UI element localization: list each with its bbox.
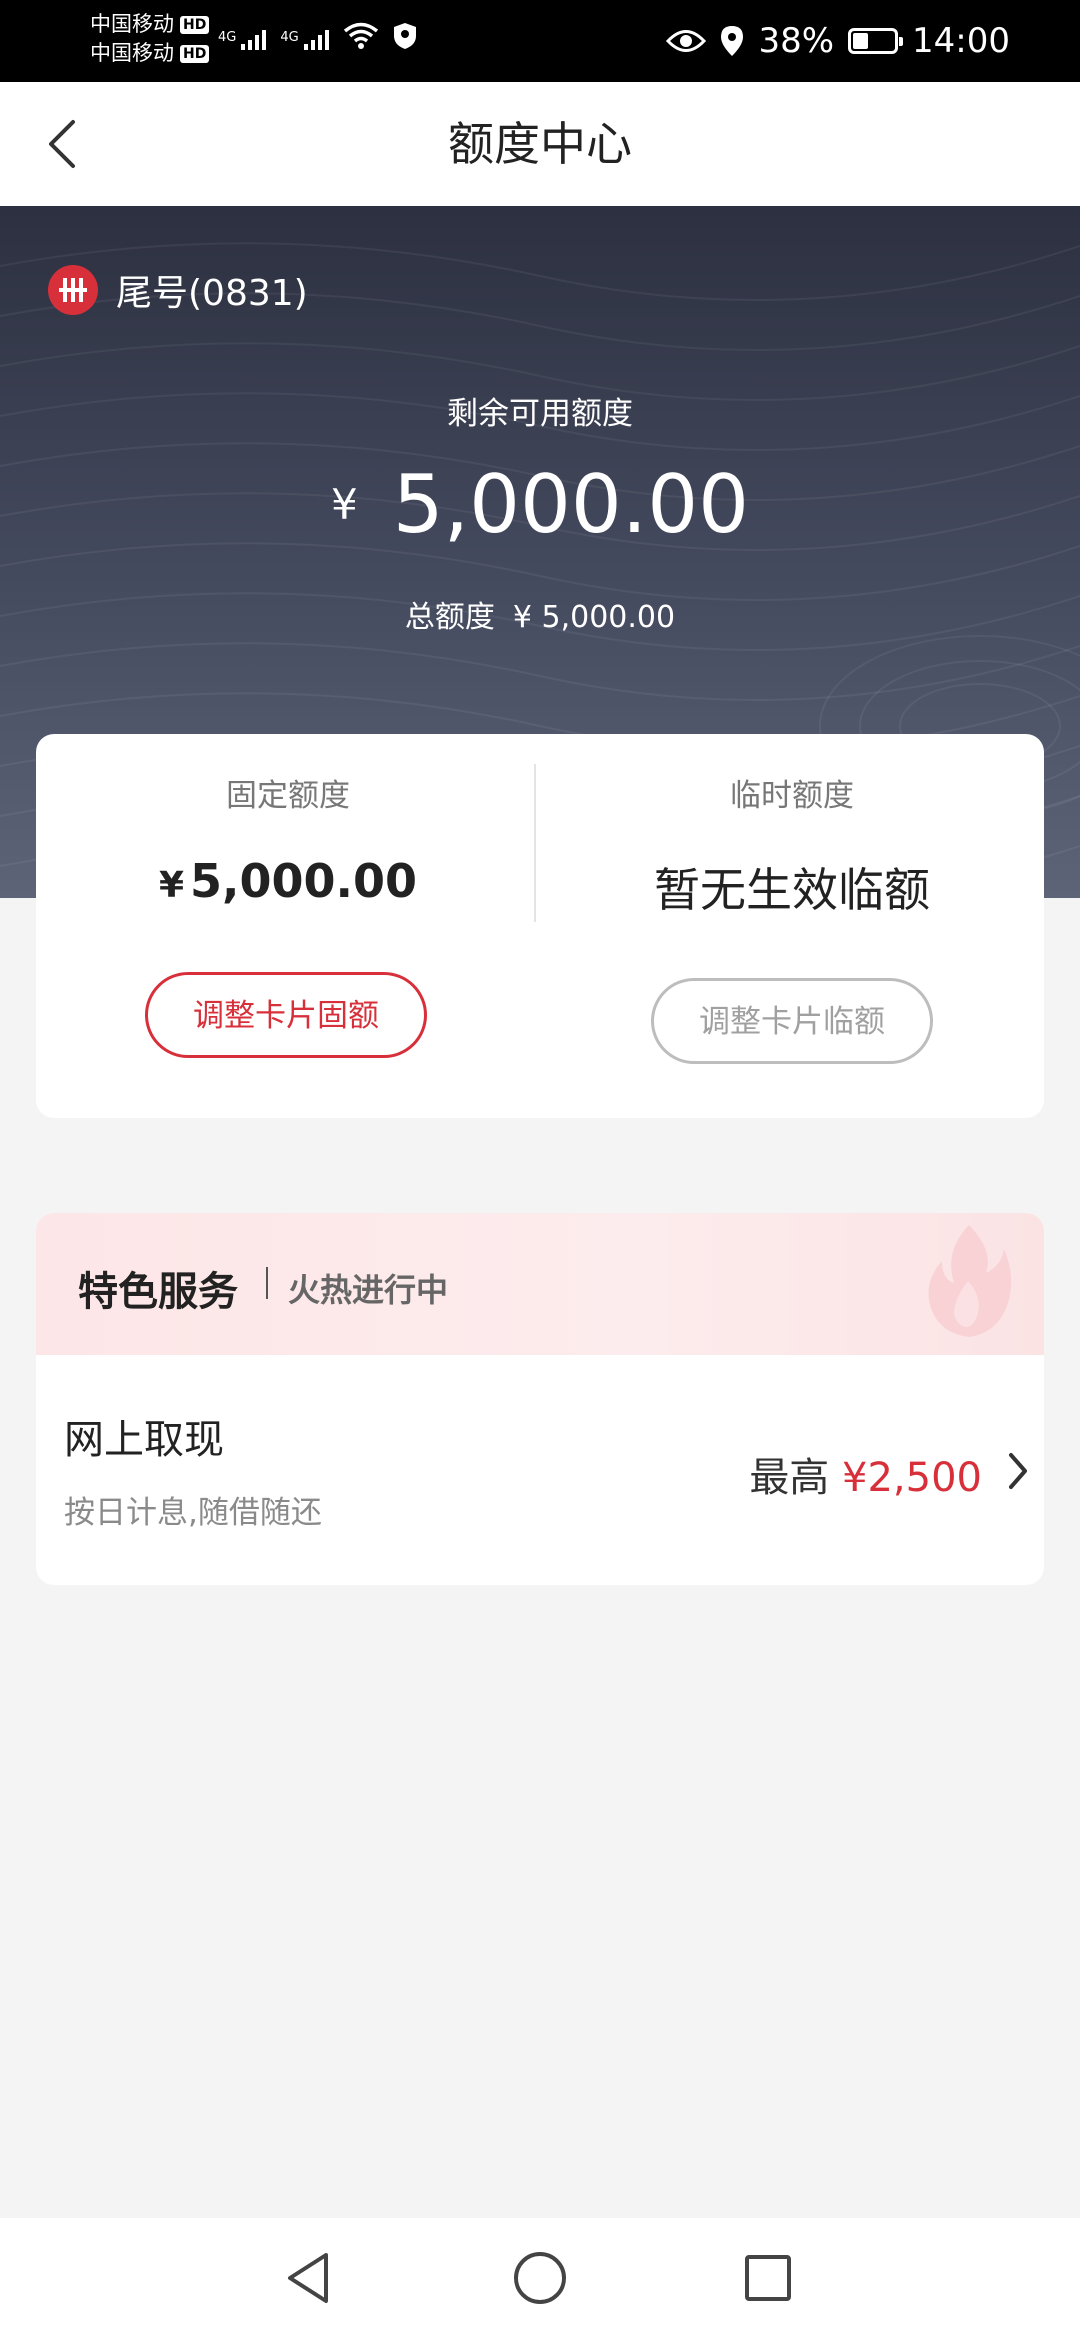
- service-desc: 按日计息,随借随还: [64, 1495, 322, 1531]
- feature-title: 特色服务: [78, 1269, 238, 1315]
- fixed-currency: ¥: [158, 865, 185, 906]
- service-title: 网上取现: [64, 1417, 224, 1463]
- signal-1-icon: 4G: [218, 30, 267, 50]
- network-type: 4G: [280, 30, 299, 45]
- column-divider: [534, 764, 536, 922]
- status-bar: 中国移动 HD 中国移动 HD 4G 4G 38% 14:00: [0, 0, 1080, 82]
- limit-card: 固定额度 ¥5,000.00 调整卡片固额 临时额度 暂无生效临额 调整卡片临额: [36, 734, 1044, 1118]
- temp-limit-value: 暂无生效临额: [654, 863, 930, 917]
- clock: 14:00: [912, 21, 1010, 61]
- network-type: 4G: [218, 30, 237, 45]
- battery-icon: [848, 28, 904, 54]
- app-header: 额度中心: [0, 82, 1080, 206]
- nav-home-button[interactable]: [508, 2246, 572, 2310]
- fixed-limit-label: 固定额度: [226, 778, 350, 814]
- location-icon: [721, 26, 744, 56]
- carrier-1-name: 中国移动: [90, 12, 174, 36]
- remaining-label: 剩余可用额度: [447, 396, 633, 432]
- hd-badge: HD: [180, 15, 210, 34]
- nav-back-button[interactable]: [276, 2246, 340, 2310]
- fixed-limit-value: ¥5,000.00: [36, 854, 540, 908]
- adjust-fixed-limit-button[interactable]: 调整卡片固额: [145, 972, 427, 1058]
- battery-fill: [853, 33, 869, 49]
- chevron-right-icon: [1009, 1453, 1027, 1489]
- eye-icon: [666, 30, 707, 52]
- remaining-amount-value: 5,000.00: [392, 458, 750, 551]
- temp-limit-label: 临时额度: [730, 778, 854, 814]
- nav-recents-button[interactable]: [736, 2246, 800, 2310]
- temp-limit-column: 临时额度 暂无生效临额 调整卡片临额: [540, 734, 1044, 1118]
- card-tail[interactable]: 尾号(0831): [48, 264, 308, 316]
- bank-logo-icon: [48, 265, 98, 315]
- remaining-amount: ¥ 5,000.00: [0, 458, 1080, 551]
- carrier-2-name: 中国移动: [90, 41, 174, 65]
- carrier-1: 中国移动 HD: [90, 10, 210, 39]
- feature-header: 特色服务 火热进行中: [36, 1213, 1044, 1355]
- feature-subtitle: 火热进行中: [288, 1271, 449, 1309]
- nav-home-icon: [514, 2252, 566, 2304]
- service-max-amount: 最高 ¥2,500: [749, 1445, 982, 1503]
- flame-icon: [928, 1225, 1012, 1337]
- carrier-info: 中国移动 HD 中国移动 HD: [90, 10, 210, 68]
- total-limit: 总额度 ¥ 5,000.00: [0, 592, 1080, 636]
- service-online-cash[interactable]: 网上取现 按日计息,随借随还 最高 ¥2,500: [36, 1355, 1044, 1585]
- nav-back-icon: [288, 2253, 328, 2303]
- card-tail-label: 尾号(0831): [116, 273, 308, 314]
- feature-divider: [266, 1267, 268, 1299]
- signal-2-icon: 4G: [280, 30, 329, 50]
- status-right: 38% 14:00: [666, 0, 1010, 82]
- total-label: 总额度: [404, 600, 495, 635]
- carrier-2: 中国移动 HD: [90, 39, 210, 68]
- currency-symbol: ¥: [330, 480, 358, 529]
- battery-percent: 38%: [758, 21, 835, 61]
- page-title: 额度中心: [448, 117, 632, 171]
- nav-recents-icon: [745, 2255, 791, 2301]
- max-label: 最高: [749, 1455, 830, 1501]
- total-amount: ¥ 5,000.00: [512, 600, 676, 635]
- max-amount: ¥2,500: [842, 1455, 982, 1501]
- hd-badge: HD: [180, 44, 210, 63]
- fixed-limit-column: 固定额度 ¥5,000.00 调整卡片固额: [36, 734, 540, 1118]
- system-nav-bar: [0, 2218, 1080, 2340]
- fixed-amount: 5,000.00: [190, 854, 418, 908]
- feature-services-card: 特色服务 火热进行中 网上取现 按日计息,随借随还 最高 ¥2,500: [36, 1213, 1044, 1585]
- shield-icon: [393, 23, 416, 49]
- signal-indicators: 4G 4G: [218, 22, 417, 50]
- adjust-temp-limit-button[interactable]: 调整卡片临额: [651, 978, 933, 1064]
- wifi-icon: [343, 22, 378, 49]
